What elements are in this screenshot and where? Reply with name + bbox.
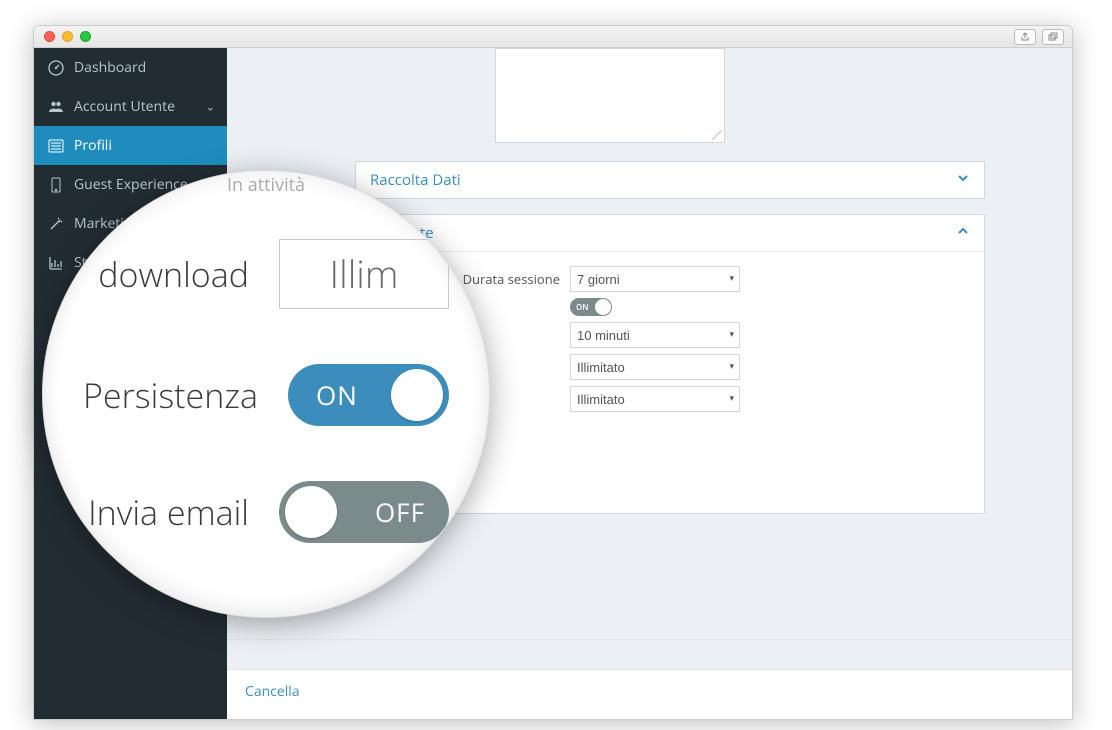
chevron-up-icon (956, 224, 970, 243)
toggle-on-label: ON (316, 377, 358, 413)
invia-email-toggle[interactable]: OFF (279, 481, 449, 543)
lens-faded-text: In attività (43, 173, 489, 197)
dashboard-icon (48, 60, 64, 76)
magnifier-lens: In attività download Illim Persistenza O… (42, 170, 490, 618)
users-icon (48, 99, 64, 115)
toggle-knob (391, 369, 443, 421)
sidebar-item-dashboard[interactable]: Dashboard (34, 48, 227, 87)
lens-persistenza-label: Persistenza (83, 372, 258, 418)
download-select[interactable]: Illimitato (570, 354, 740, 380)
bottom-bar: Cancella (227, 669, 1072, 719)
traffic-lights (44, 31, 91, 42)
minimize-window-button[interactable] (62, 31, 73, 42)
sidebar-item-label: Profili (74, 136, 112, 155)
durata-sessione-select[interactable]: 7 giorni (570, 266, 740, 292)
cancel-link[interactable]: Cancella (245, 682, 300, 701)
tabs-button[interactable] (1042, 29, 1064, 45)
lens-download-label: download (83, 251, 249, 297)
toggle-knob (595, 299, 611, 315)
upload-select[interactable]: Illimitato (570, 386, 740, 412)
sidebar-item-label: Account Utente (74, 97, 175, 116)
bottom-divider (227, 639, 1072, 669)
toggle-label: ON (576, 302, 589, 313)
sidebar-item-profili[interactable]: Profili (34, 126, 227, 165)
list-icon (48, 138, 64, 154)
description-textarea[interactable] (495, 48, 725, 143)
lens-invia-email-label: Invia email (83, 489, 249, 535)
chevron-down-icon: ⌄ (206, 99, 215, 114)
persistenza-toggle[interactable]: ON (288, 364, 449, 426)
close-window-button[interactable] (44, 31, 55, 42)
share-button[interactable] (1014, 29, 1036, 45)
toggle-off-label: OFF (375, 494, 425, 530)
persistenza-toggle-mini[interactable]: ON (570, 298, 612, 316)
maximize-window-button[interactable] (80, 31, 91, 42)
tempo-select[interactable]: 10 minuti (570, 322, 740, 348)
chevron-down-icon (956, 171, 970, 190)
window-right-buttons (1014, 29, 1064, 45)
sidebar-item-account-utente[interactable]: Account Utente ⌄ (34, 87, 227, 126)
sidebar-item-label: Dashboard (74, 58, 146, 77)
toggle-knob (285, 486, 337, 538)
titlebar (34, 26, 1072, 48)
lens-download-value[interactable]: Illim (279, 239, 449, 309)
